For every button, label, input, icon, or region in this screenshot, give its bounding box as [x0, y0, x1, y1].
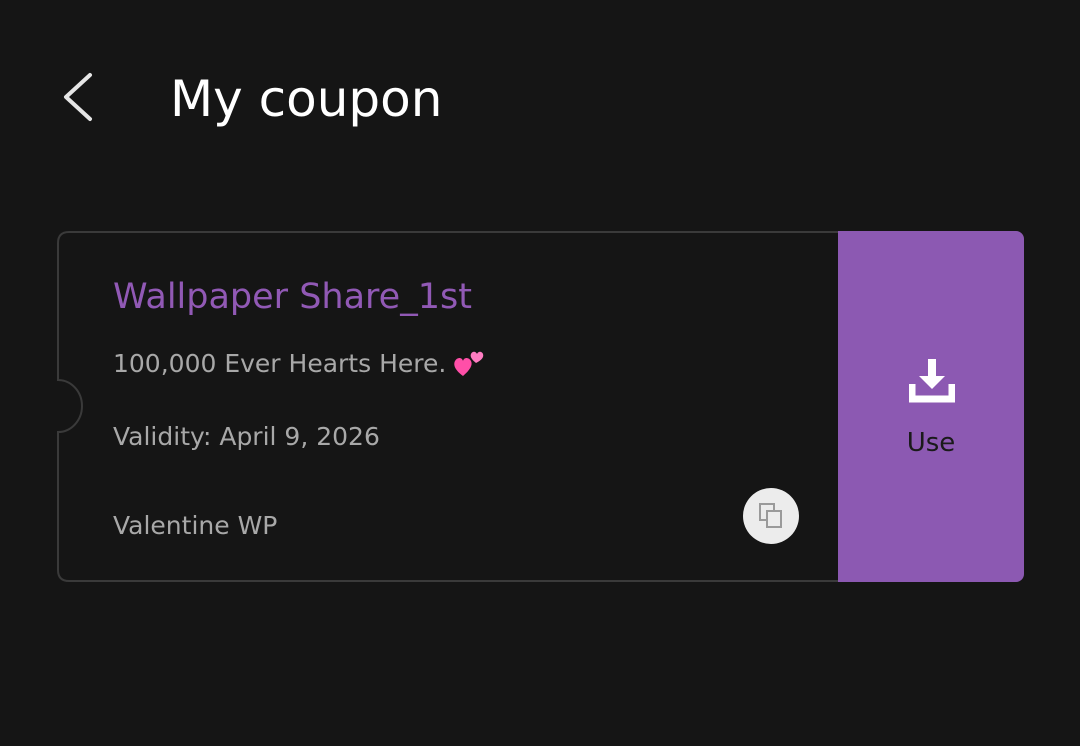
copy-icon [759, 503, 782, 528]
coupon-description: 100,000 Ever Hearts Here. [113, 346, 488, 382]
two-hearts-icon [454, 351, 484, 376]
coupon-details[interactable]: Wallpaper Share_1st 100,000 Ever Hearts … [57, 231, 838, 582]
my-coupon-screen: My coupon Wallpaper Share_1st 100,000 Ev… [0, 0, 1080, 746]
coupon-tag: Valentine WP [113, 511, 278, 540]
page-title: My coupon [170, 70, 443, 128]
coupon-card: Wallpaper Share_1st 100,000 Ever Hearts … [57, 231, 1024, 582]
download-icon [909, 359, 955, 403]
back-button[interactable] [50, 62, 110, 132]
use-label: Use [906, 428, 956, 458]
coupon-description-text: 100,000 Ever Hearts Here. [113, 349, 447, 378]
use-button[interactable]: Use [838, 231, 1024, 582]
coupon-name: Wallpaper Share_1st [113, 277, 472, 317]
chevron-left-icon [64, 73, 92, 121]
copy-button[interactable] [743, 488, 799, 544]
coupon-validity: Validity: April 9, 2026 [113, 422, 380, 451]
